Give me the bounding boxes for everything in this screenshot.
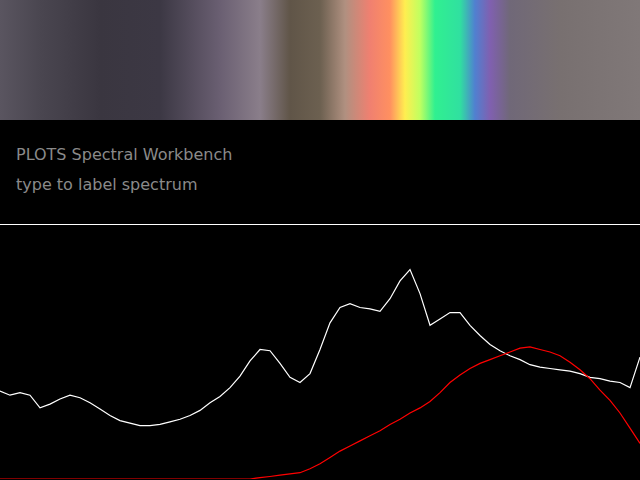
app-title: PLOTS Spectral Workbench: [16, 140, 624, 170]
series-line: [0, 347, 640, 479]
spectrum-image: [0, 0, 640, 120]
header: PLOTS Spectral Workbenchtype to label sp…: [0, 120, 640, 225]
spectrum-chart: [0, 225, 640, 480]
label-input[interactable]: type to label spectrum: [16, 170, 624, 200]
chart-plot: [0, 225, 640, 479]
series-line: [0, 270, 640, 426]
workbench: PLOTS Spectral Workbenchtype to label sp…: [0, 0, 640, 480]
